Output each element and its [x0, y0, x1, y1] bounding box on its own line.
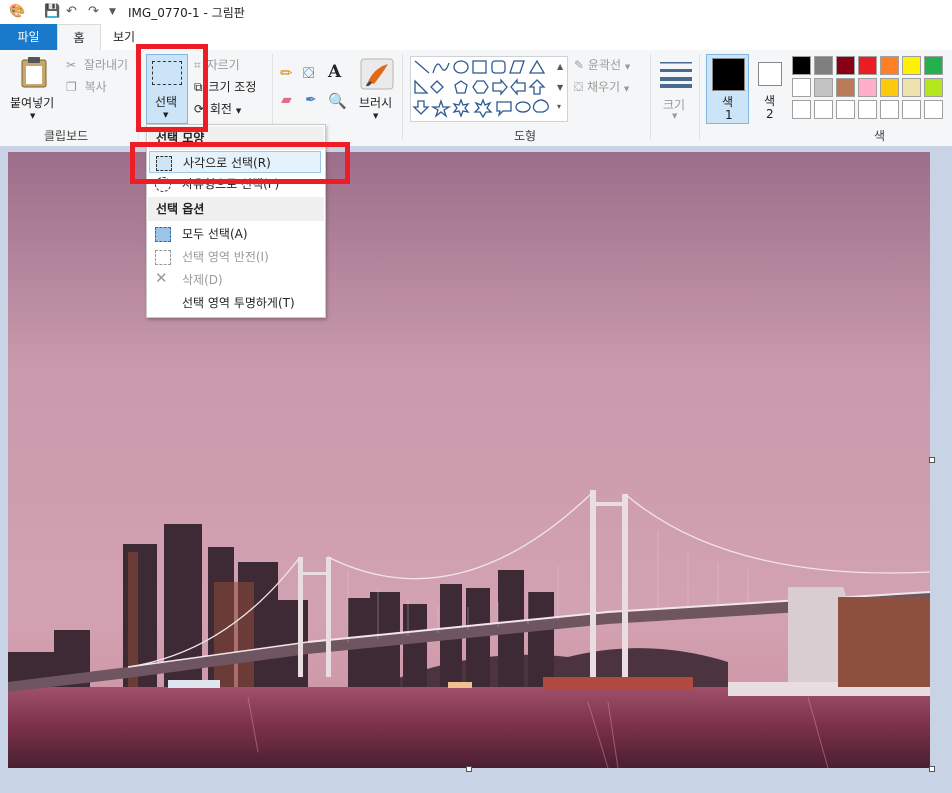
title-bar: 🎨 💾 ↶ ↷ ▼ IMG_0770-1 - 그림판	[0, 0, 952, 24]
outline-button[interactable]: ✎ 윤곽선 ▼	[574, 56, 630, 73]
chevron-down-icon: ▼	[623, 85, 630, 93]
select-all-item[interactable]: 모두 선택(A)	[149, 223, 321, 245]
magnifier-icon[interactable]: 🔍	[328, 92, 347, 110]
palette-swatch[interactable]	[836, 100, 855, 119]
group-divider	[650, 54, 651, 140]
pencil-icon[interactable]: ✏	[280, 64, 293, 82]
undo-icon[interactable]: ↶	[66, 4, 77, 19]
delete-x-icon: ✕	[155, 269, 168, 287]
palette-swatch[interactable]	[902, 56, 921, 75]
palette-swatch[interactable]	[792, 100, 811, 119]
palette-swatch[interactable]	[814, 56, 833, 75]
select-all-icon	[155, 227, 171, 242]
palette-swatch[interactable]	[858, 100, 877, 119]
paint-app-icon[interactable]: 🎨	[9, 4, 25, 19]
clipboard-group-label: 클립보드	[44, 129, 89, 143]
redo-icon[interactable]: ↷	[88, 4, 99, 19]
palette-swatch[interactable]	[902, 78, 921, 97]
chevron-down-icon: ▼	[624, 63, 631, 71]
cut-button[interactable]: ✂ 잘라내기	[66, 56, 128, 73]
fill-bucket-icon[interactable]: ⛋	[303, 64, 314, 82]
size-button[interactable]: 크기 ▼	[658, 54, 694, 124]
gallery-scroll-down-icon[interactable]: ▼	[557, 83, 563, 92]
delete-item[interactable]: ✕ 삭제(D)	[149, 269, 321, 291]
gallery-scroll-up-icon[interactable]: ▲	[557, 62, 563, 71]
eraser-icon[interactable]: ▰	[281, 92, 292, 108]
brush-button[interactable]: 브러시 ▼	[356, 54, 398, 124]
gallery-expand-icon[interactable]: ▾	[557, 102, 561, 111]
chevron-down-icon: ▼	[373, 112, 379, 120]
transparent-selection-item[interactable]: 선택 영역 투명하게(T)	[149, 292, 321, 314]
color1-swatch	[712, 58, 745, 91]
highlight-rect-select-item	[130, 142, 350, 184]
colors-group-label: 색	[874, 129, 886, 143]
scissors-icon: ✂	[66, 58, 77, 72]
copy-button[interactable]: ❐ 복사	[66, 78, 107, 95]
outline-icon: ✎	[574, 58, 585, 72]
palette-swatch[interactable]	[902, 100, 921, 119]
palette-swatch[interactable]	[814, 78, 833, 97]
highlight-select-button	[136, 44, 208, 132]
palette-swatch[interactable]	[858, 56, 877, 75]
copy-icon: ❐	[66, 80, 77, 94]
tab-file[interactable]: 파일	[0, 24, 57, 50]
clipboard-icon	[21, 57, 47, 88]
palette-swatch[interactable]	[880, 56, 899, 75]
chevron-down-icon: ▼	[672, 112, 678, 120]
invert-selection-icon	[155, 250, 171, 265]
canvas-resize-handle-corner[interactable]	[929, 766, 935, 772]
palette-swatch[interactable]	[924, 56, 943, 75]
save-icon[interactable]: 💾	[44, 4, 60, 19]
selection-options-header: 선택 옵션	[148, 197, 324, 221]
palette-swatch[interactable]	[792, 56, 811, 75]
paste-button[interactable]: 붙여넣기 ▼	[8, 54, 60, 124]
shapes-gallery[interactable]	[410, 56, 568, 122]
palette-swatch[interactable]	[814, 100, 833, 119]
chevron-down-icon: ▼	[30, 112, 36, 120]
shapes-group-label: 도형	[514, 129, 537, 143]
palette-swatch[interactable]	[880, 78, 899, 97]
canvas-resize-handle-bottom[interactable]	[466, 766, 472, 772]
color1-button[interactable]: 색 1	[706, 54, 749, 124]
invert-selection-item[interactable]: 선택 영역 반전(I)	[149, 246, 321, 268]
color-picker-icon[interactable]: ✒	[305, 92, 317, 108]
palette-swatch[interactable]	[836, 78, 855, 97]
palette-swatch[interactable]	[924, 100, 943, 119]
group-divider	[402, 54, 403, 140]
group-divider	[699, 54, 700, 140]
color-palette	[792, 56, 952, 122]
fill-button[interactable]: ⛋ 채우기 ▼	[574, 78, 629, 95]
color2-button[interactable]: 색 2	[752, 54, 788, 124]
window-title: IMG_0770-1 - 그림판	[128, 6, 245, 20]
palette-swatch[interactable]	[792, 78, 811, 97]
color2-swatch	[758, 62, 782, 86]
quick-access-dropdown-icon[interactable]: ▼	[109, 7, 116, 17]
tab-home[interactable]: 홈	[57, 24, 101, 51]
line-width-icon	[660, 62, 692, 88]
palette-swatch[interactable]	[858, 78, 877, 97]
palette-swatch[interactable]	[880, 100, 899, 119]
fill-icon: ⛋	[574, 80, 584, 94]
palette-swatch[interactable]	[836, 56, 855, 75]
palette-swatch[interactable]	[924, 78, 943, 97]
chevron-down-icon: ▼	[235, 107, 242, 115]
shapes-icons	[412, 59, 549, 119]
canvas-resize-handle-right[interactable]	[929, 457, 935, 463]
brush-icon	[360, 58, 394, 90]
text-tool-icon[interactable]: A	[328, 62, 341, 82]
